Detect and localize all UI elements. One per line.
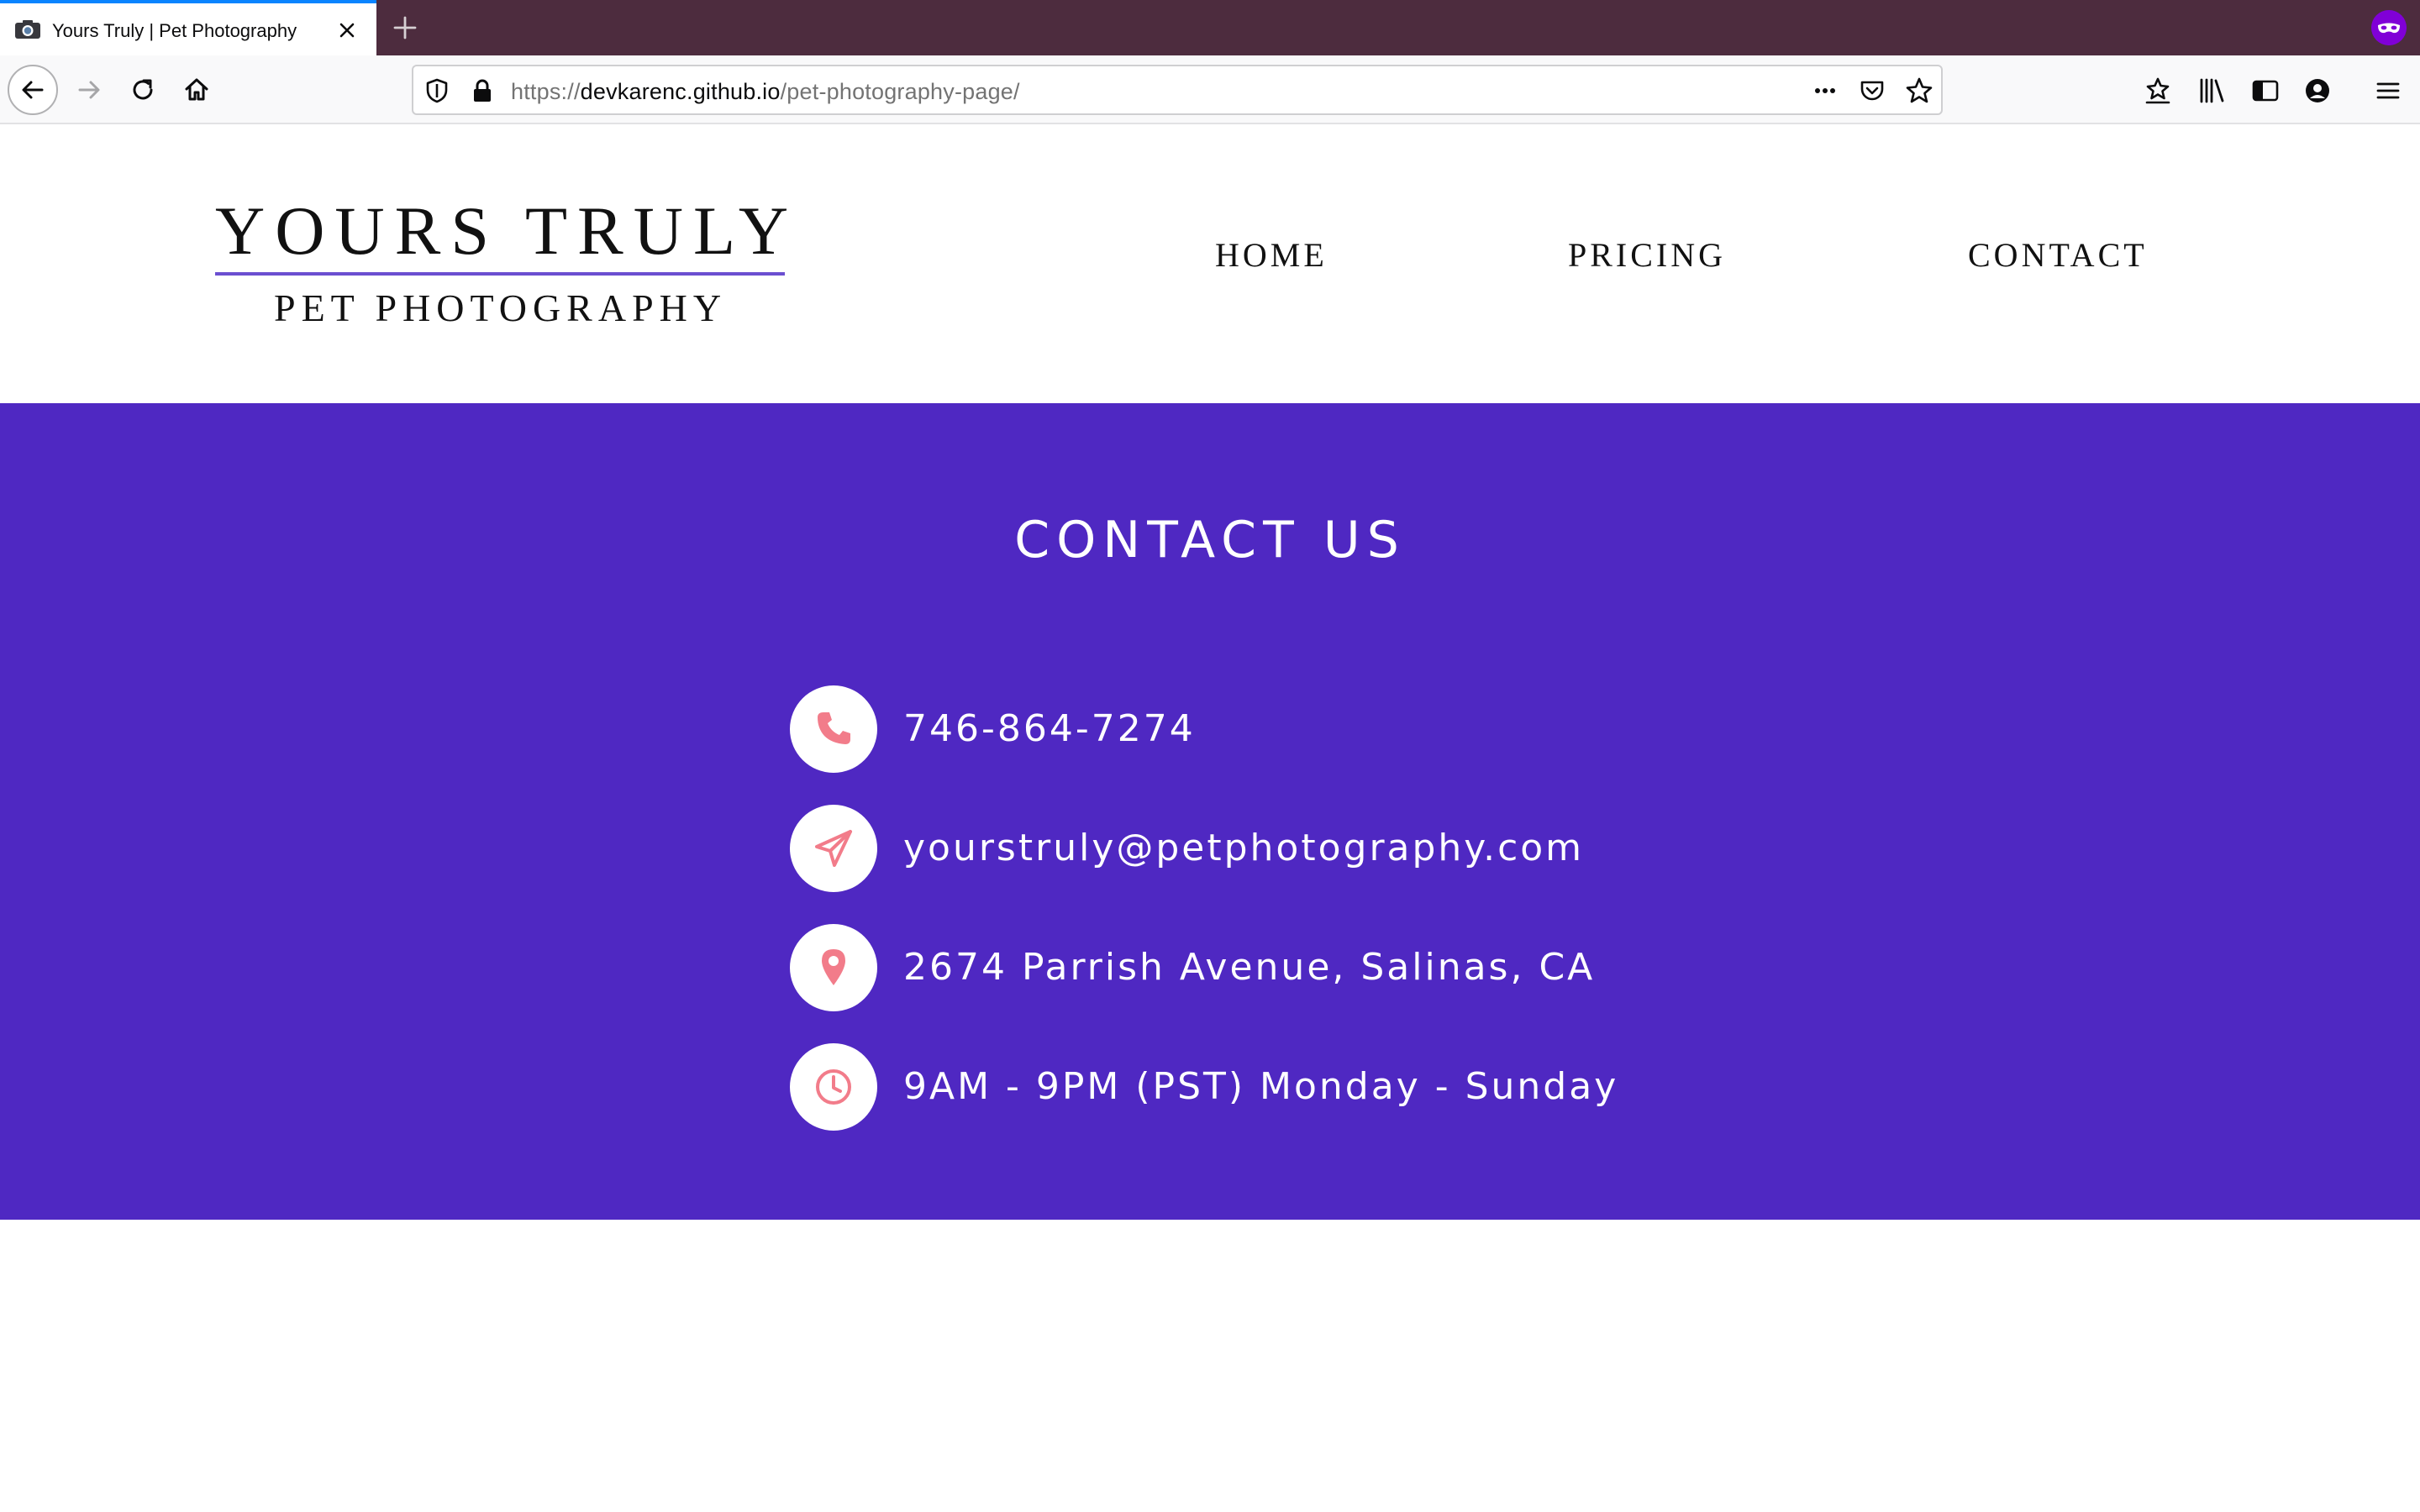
pocket-icon[interactable] [1857,76,1887,106]
logo-subtitle[interactable]: PET PHOTOGRAPHY [274,286,727,330]
more-actions-icon[interactable] [1810,76,1840,106]
nav-link-pricing[interactable]: PRICING [1568,235,1726,275]
web-page: YOURS TRULY PET PHOTOGRAPHY HOME PRICING… [0,126,2420,1512]
forward-button[interactable] [66,66,113,113]
url-bar[interactable]: https://devkarenc.github.io/pet-photogra… [412,65,1943,115]
browser-tabstrip: Yours Truly | Pet Photography [0,0,2420,55]
phone-icon [818,712,850,744]
arrow-right-icon [78,81,100,99]
lock-icon[interactable] [467,76,497,106]
clock-icon [816,1069,851,1105]
private-browsing-icon [2371,10,2407,45]
reading-list-icon[interactable] [2143,76,2173,106]
close-icon[interactable] [334,18,360,43]
shield-icon[interactable] [422,76,452,106]
email-address[interactable]: yourstruly@petphotography.com [903,827,1584,869]
url-host: devkarenc.github.io [580,79,781,104]
url-scheme: https:// [511,79,581,104]
account-icon[interactable] [2302,76,2333,106]
phone-icon-circle [790,685,877,773]
menu-icon[interactable] [2373,76,2403,106]
library-icon[interactable] [2196,76,2227,106]
home-icon [185,78,208,101]
browser-navbar: https://devkarenc.github.io/pet-photogra… [0,55,2420,124]
home-button[interactable] [173,66,220,113]
reload-button[interactable] [119,66,166,113]
phone-number[interactable]: 746-864-7274 [903,707,1196,750]
business-hours: 9AM - 9PM (PST) Monday - Sunday [903,1065,1619,1108]
browser-tab-active[interactable]: Yours Truly | Pet Photography [0,0,376,55]
back-button[interactable] [8,65,58,115]
sidebar-icon[interactable] [2250,76,2281,106]
paper-plane-icon [815,830,852,867]
contact-item-address: 2674 Parrish Avenue, Salinas, CA [790,924,1798,1011]
logo-title[interactable]: YOURS TRULY [215,192,798,270]
nav-link-home[interactable]: HOME [1215,235,1328,275]
street-address: 2674 Parrish Avenue, Salinas, CA [903,946,1596,989]
new-tab-icon[interactable] [392,14,418,41]
url-text[interactable]: https://devkarenc.github.io/pet-photogra… [511,79,1020,105]
contact-section: CONTACT US 746-864-7274 yourstruly@petph… [0,403,2420,1220]
map-pin-icon [822,949,845,985]
hours-icon-circle [790,1043,877,1131]
camera-icon [15,20,40,39]
contact-item-phone: 746-864-7274 [790,685,1798,773]
site-header: YOURS TRULY PET PHOTOGRAPHY HOME PRICING… [0,126,2420,403]
contact-item-email: yourstruly@petphotography.com [790,805,1798,892]
address-icon-circle [790,924,877,1011]
contact-item-hours: 9AM - 9PM (PST) Monday - Sunday [790,1043,1798,1131]
logo-divider [215,272,785,276]
reload-icon [133,79,153,100]
bookmark-star-icon[interactable] [1904,76,1934,106]
tab-title: Yours Truly | Pet Photography [52,20,297,41]
url-path: /pet-photography-page/ [780,79,1020,104]
contact-heading: CONTACT US [1014,511,1406,570]
arrow-left-icon [22,81,44,99]
nav-link-contact[interactable]: CONTACT [1968,235,2148,275]
email-icon-circle [790,805,877,892]
